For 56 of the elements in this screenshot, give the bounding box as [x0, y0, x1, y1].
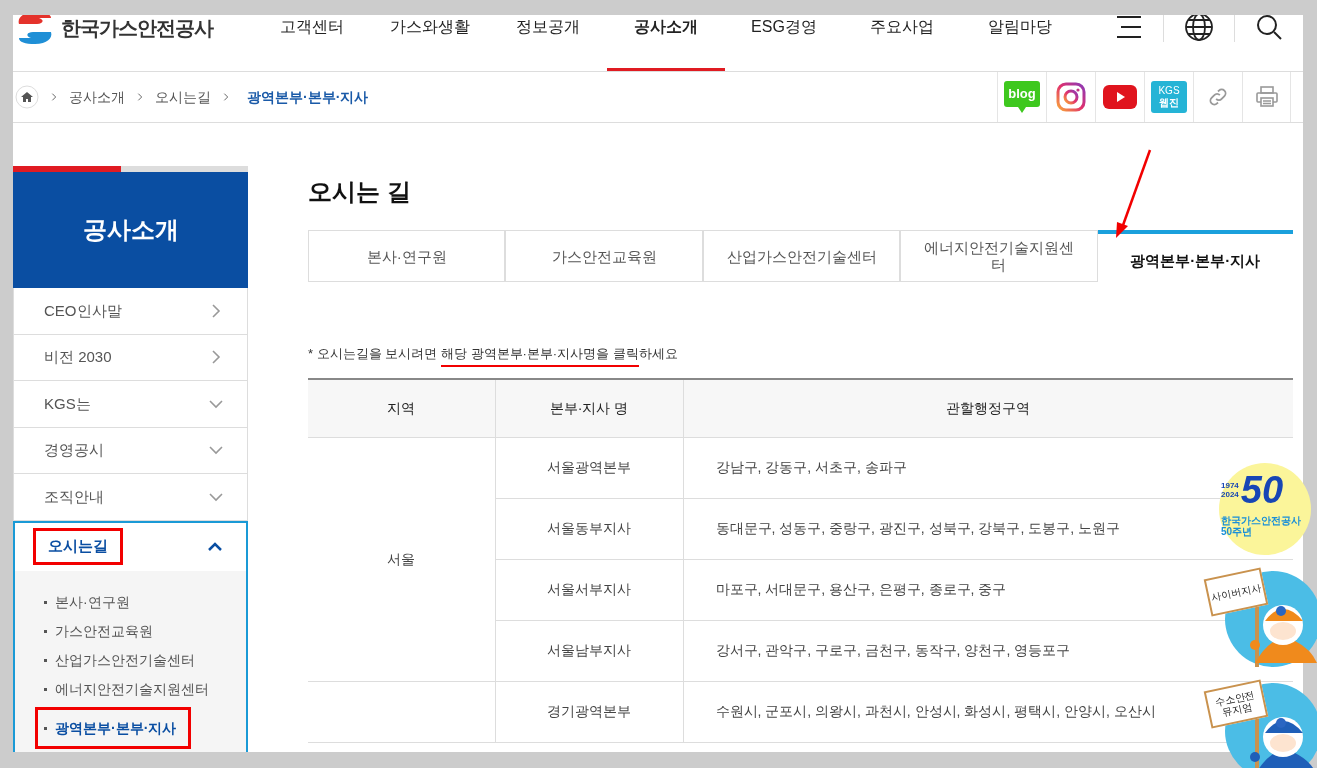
sidebar-title: 공사소개: [13, 172, 248, 288]
logo-text[interactable]: 한국가스안전공사: [61, 15, 213, 43]
column-header: 지역: [308, 379, 495, 437]
area-cell: 수원시, 군포시, 의왕시, 과천시, 안성시, 화성시, 평택시, 안양시, 오산시: [715, 703, 1156, 719]
submenu-link[interactable]: 에너지안전기술지원센터: [35, 677, 222, 700]
anniversary-label: 50주년: [1221, 526, 1254, 537]
nav-item[interactable]: 가스와생활: [371, 15, 489, 71]
area-cell: 강남구, 강동구, 서초구, 송파구: [715, 459, 907, 475]
link-icon[interactable]: [1207, 86, 1229, 108]
anniversary-label: 한국가스안전공사: [1221, 515, 1301, 526]
tab[interactable]: 산업가스안전기술센터: [702, 230, 901, 282]
tab[interactable]: 광역본부·본부·지사: [1097, 230, 1294, 282]
globe-icon[interactable]: [1184, 15, 1214, 42]
nav-item[interactable]: 공사소개: [607, 15, 725, 71]
nav-item[interactable]: 주요사업: [843, 15, 961, 71]
breadcrumb-link[interactable]: 광역본부·본부·지사: [247, 86, 369, 108]
anniversary-number: 50: [1240, 469, 1284, 511]
nav-item[interactable]: 알림마당: [961, 15, 1079, 71]
chevron-right-icon: [221, 92, 231, 102]
youtube-icon[interactable]: [1103, 85, 1137, 109]
area-cell: 동대문구, 성동구, 중랑구, 광진구, 성북구, 강북구, 도봉구, 노원구: [715, 520, 1120, 536]
tab[interactable]: 가스안전교육원: [505, 230, 703, 282]
breadcrumb-link[interactable]: 공사소개: [69, 86, 125, 108]
guide-note: * 오시는길을 보시려면 해당 광역본부·본부·지사명을 클릭하세요: [308, 344, 1293, 378]
submenu-link[interactable]: 광역본부·본부·지사: [35, 706, 192, 749]
sidebar-item[interactable]: 오시는길: [15, 522, 246, 571]
sidebar-item-label: 오시는길: [33, 528, 123, 565]
chevron-right-icon: [49, 92, 59, 102]
instagram-icon[interactable]: [1056, 82, 1086, 112]
area-cell: 강서구, 관악구, 구로구, 금천구, 동작구, 양천구, 영등포구: [715, 642, 1071, 658]
submenu-link[interactable]: 산업가스안전기술센터: [35, 648, 208, 671]
page-title: 오시는 길: [308, 177, 412, 207]
column-header: 관할행정구역: [683, 379, 1293, 437]
year-label: 1974: [1221, 481, 1239, 490]
menu-icon[interactable]: [1115, 15, 1143, 39]
tab[interactable]: 본사·연구원: [308, 230, 506, 282]
tab[interactable]: 에너지안전기술지원센터: [900, 230, 1098, 282]
branch-link[interactable]: 서울남부지사: [547, 642, 631, 658]
nav-item[interactable]: 고객센터: [253, 15, 371, 71]
search-icon[interactable]: [1255, 15, 1283, 41]
printer-icon[interactable]: [1254, 86, 1279, 108]
branch-link[interactable]: 서울광역본부: [547, 459, 631, 475]
chevron-right-icon: [135, 92, 145, 102]
year-label: 2024: [1221, 490, 1239, 499]
submenu-link[interactable]: 가스안전교육원: [35, 619, 166, 642]
branch-link[interactable]: 서울동부지사: [547, 520, 631, 536]
region-cell: 서울: [387, 550, 416, 567]
branch-link[interactable]: 경기광역본부: [547, 703, 631, 719]
submenu-link[interactable]: 본사·연구원: [35, 590, 143, 613]
breadcrumb-link[interactable]: 오시는길: [155, 86, 211, 108]
nav-item[interactable]: ESG경영: [725, 15, 843, 71]
column-header: 본부·지사 명: [495, 379, 683, 437]
nav-item[interactable]: 정보공개: [489, 15, 607, 71]
area-cell: 마포구, 서대문구, 용산구, 은평구, 종로구, 중구: [715, 581, 1007, 597]
home-icon[interactable]: [15, 85, 39, 109]
branch-link[interactable]: 서울서부지사: [547, 581, 631, 597]
